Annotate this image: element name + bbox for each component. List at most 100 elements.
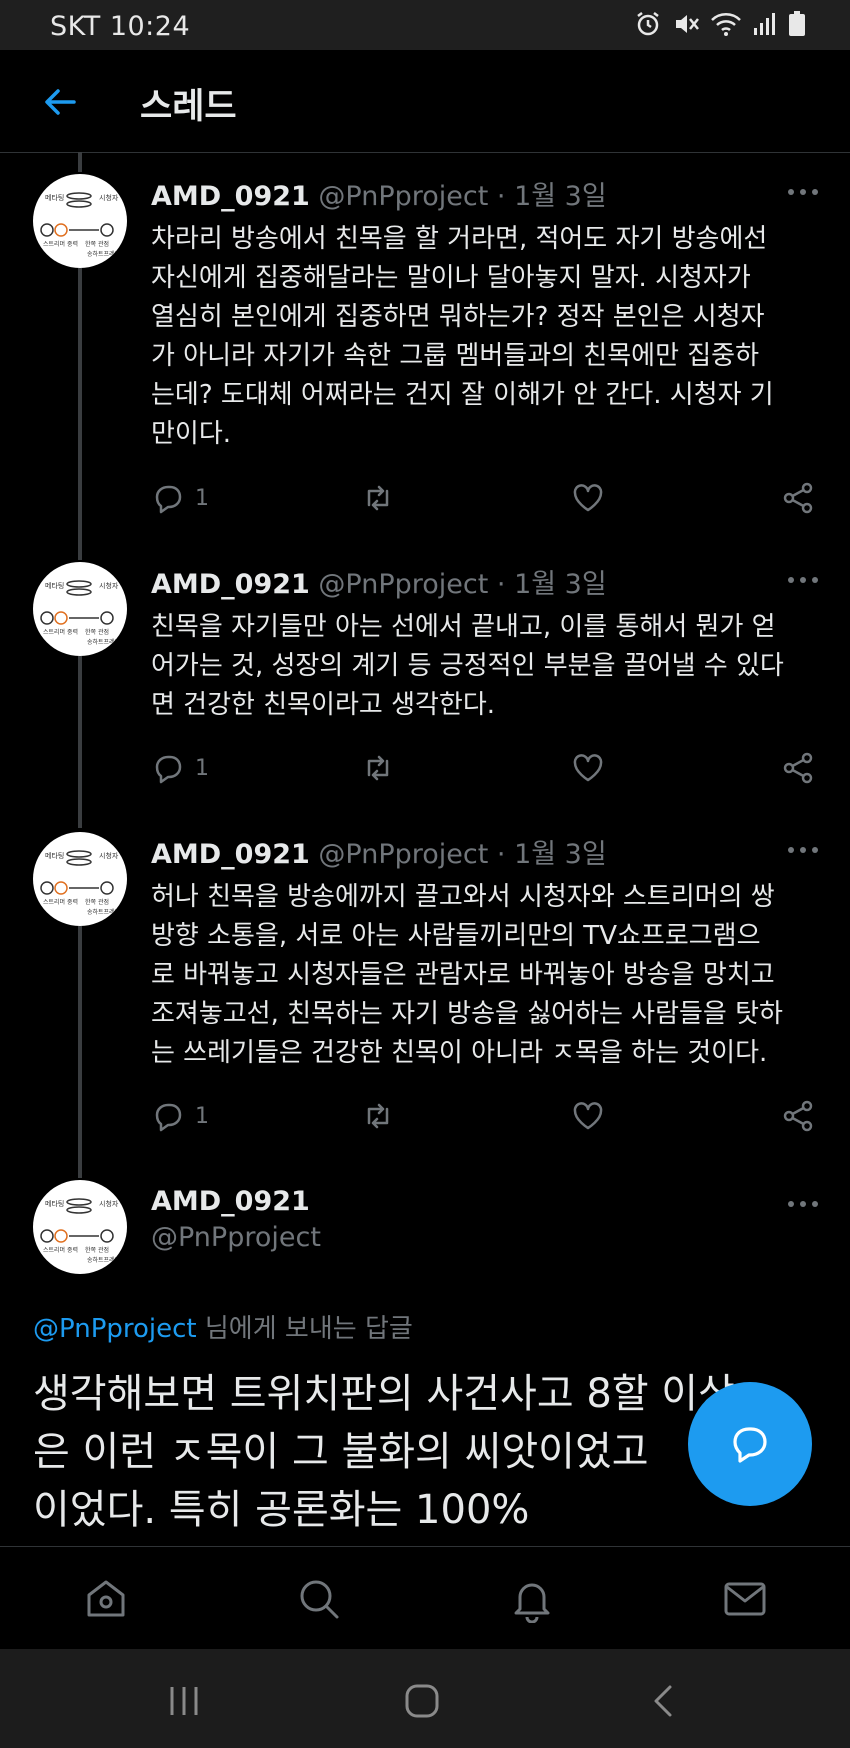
svg-text:한쪽 관점: 한쪽 관점 bbox=[85, 1246, 109, 1254]
avatar[interactable]: 메타팅 시청자 스트리머 중력 한쪽 관점 송하트프레임 bbox=[33, 174, 127, 268]
page-title: 스레드 bbox=[140, 87, 237, 127]
svg-text:메타팅: 메타팅 bbox=[45, 851, 64, 860]
tweet-header: AMD_0921 @PnPproject · 1월 3일 bbox=[151, 832, 607, 871]
tweet-text: 차라리 방송에서 친목을 할 거라면, 적어도 자기 방송에선 자신에게 집중해… bbox=[151, 224, 774, 449]
reply-button[interactable]: 1 bbox=[151, 1096, 209, 1136]
svg-text:스트리머 중력: 스트리머 중력 bbox=[43, 628, 78, 636]
reply-button[interactable]: 1 bbox=[151, 478, 209, 518]
more-options-icon[interactable] bbox=[785, 838, 821, 862]
svg-text:시청자: 시청자 bbox=[99, 193, 119, 202]
bottom-nav bbox=[0, 1546, 850, 1650]
avatar[interactable]: 메타팅 시청자 스트리머 중력 한쪽 관점 송하트프레임 bbox=[33, 832, 127, 926]
retweet-button[interactable] bbox=[361, 478, 395, 518]
more-options-icon[interactable] bbox=[785, 180, 821, 204]
thread-connector bbox=[78, 152, 82, 172]
status-bar: SKT 10:24 bbox=[0, 0, 850, 50]
retweet-icon bbox=[367, 1103, 389, 1129]
display-name[interactable]: AMD_0921 bbox=[151, 839, 310, 870]
tweet-actions: 1 bbox=[151, 478, 823, 518]
reply-bubble-icon bbox=[733, 1427, 767, 1463]
svg-text:송하트프레임: 송하트프레임 bbox=[87, 250, 120, 258]
avatar[interactable]: 메타팅 시청자 스트리머 중력 한쪽 관점 송하트프레임 bbox=[33, 1180, 127, 1274]
more-options-icon[interactable] bbox=[785, 1192, 821, 1216]
wifi-icon bbox=[710, 10, 742, 42]
svg-text:송하트프레임: 송하트프레임 bbox=[87, 638, 120, 646]
share-button[interactable] bbox=[781, 478, 815, 518]
reply-count: 1 bbox=[195, 485, 209, 511]
back-chevron-icon[interactable] bbox=[644, 1681, 684, 1721]
arrow-left-icon[interactable] bbox=[40, 82, 80, 122]
reply-to-suffix: 님에게 보내는 답글 bbox=[196, 1314, 413, 1344]
thread-connector bbox=[78, 268, 82, 560]
svg-text:메타팅: 메타팅 bbox=[45, 581, 64, 590]
tweet-text: 허나 친목을 방송에까지 끌고와서 시청자와 스트리머의 쌍 방향 소통을, 서… bbox=[151, 882, 783, 1068]
mention-link[interactable]: @PnPproject bbox=[33, 1314, 197, 1344]
retweet-icon bbox=[367, 485, 389, 511]
system-nav-bar bbox=[0, 1649, 850, 1748]
signal-icon bbox=[752, 10, 778, 42]
retweet-button[interactable] bbox=[361, 1096, 395, 1136]
display-name[interactable]: AMD_0921 bbox=[151, 1186, 310, 1217]
share-button[interactable] bbox=[781, 1096, 815, 1136]
like-button[interactable] bbox=[571, 478, 605, 518]
svg-text:시청자: 시청자 bbox=[99, 581, 119, 590]
mute-icon bbox=[672, 10, 700, 42]
home-circle-icon[interactable] bbox=[402, 1681, 442, 1721]
tweet-actions: 1 bbox=[151, 1096, 823, 1136]
messages-icon[interactable] bbox=[721, 1575, 769, 1623]
avatar[interactable]: 메타팅 시청자 스트리머 중력 한쪽 관점 송하트프레임 bbox=[33, 562, 127, 656]
tweet-meta: @PnPproject · 1월 3일 bbox=[318, 181, 607, 212]
thread-header: 스레드 bbox=[0, 50, 850, 153]
reply-count: 1 bbox=[195, 1103, 209, 1129]
share-icon bbox=[783, 482, 813, 514]
reply-icon bbox=[155, 485, 182, 514]
retweet-button[interactable] bbox=[361, 748, 395, 788]
search-icon[interactable] bbox=[295, 1575, 343, 1623]
retweet-icon bbox=[367, 755, 389, 781]
share-button[interactable] bbox=[781, 748, 815, 788]
svg-text:한쪽 관점: 한쪽 관점 bbox=[85, 898, 109, 906]
tweet-meta: @PnPproject · 1월 3일 bbox=[318, 569, 607, 600]
svg-text:스트리머 중력: 스트리머 중력 bbox=[43, 240, 78, 248]
heart-icon bbox=[573, 754, 603, 782]
like-button[interactable] bbox=[571, 748, 605, 788]
tweet-header: AMD_0921 @PnPproject · 1월 3일 bbox=[151, 174, 607, 213]
tweet-actions: 1 bbox=[151, 748, 823, 788]
svg-text:송하트프레임: 송하트프레임 bbox=[87, 1256, 120, 1264]
compose-reply-button[interactable] bbox=[688, 1382, 812, 1506]
like-button[interactable] bbox=[571, 1096, 605, 1136]
svg-text:한쪽 관점: 한쪽 관점 bbox=[85, 628, 109, 636]
more-options-icon[interactable] bbox=[785, 568, 821, 592]
svg-text:메타팅: 메타팅 bbox=[45, 1199, 64, 1208]
heart-icon bbox=[573, 484, 603, 512]
tweet-header: AMD_0921 @PnPproject · 1월 3일 bbox=[151, 562, 607, 601]
svg-text:스트리머 중력: 스트리머 중력 bbox=[43, 898, 78, 906]
svg-text:메타팅: 메타팅 bbox=[45, 193, 64, 202]
reply-button[interactable]: 1 bbox=[151, 748, 209, 788]
user-handle[interactable]: @PnPproject bbox=[151, 1222, 321, 1253]
thread-connector bbox=[78, 926, 82, 1178]
svg-text:시청자: 시청자 bbox=[99, 1199, 119, 1208]
svg-text:스트리머 중력: 스트리머 중력 bbox=[43, 1246, 78, 1254]
reply-icon bbox=[155, 1103, 182, 1132]
notifications-icon[interactable] bbox=[508, 1575, 556, 1624]
svg-text:한쪽 관점: 한쪽 관점 bbox=[85, 240, 109, 248]
share-icon bbox=[783, 1100, 813, 1132]
share-icon bbox=[783, 752, 813, 784]
battery-icon bbox=[788, 10, 806, 42]
alarm-icon bbox=[634, 10, 662, 42]
display-name[interactable]: AMD_0921 bbox=[151, 569, 310, 600]
thread-connector bbox=[78, 656, 82, 828]
svg-text:송하트프레임: 송하트프레임 bbox=[87, 908, 120, 916]
display-name[interactable]: AMD_0921 bbox=[151, 181, 310, 212]
tweet-meta: @PnPproject · 1월 3일 bbox=[318, 839, 607, 870]
heart-icon bbox=[573, 1102, 603, 1130]
tweet-text: 친목을 자기들만 아는 선에서 끝내고, 이를 통해서 뭔가 얻 어가는 것, … bbox=[151, 612, 784, 720]
status-time: SKT 10:24 bbox=[50, 11, 191, 42]
reply-icon bbox=[155, 755, 182, 784]
reply-to-line: @PnPproject 님에게 보내는 답글 bbox=[33, 1308, 413, 1345]
focused-tweet-header: AMD_0921 bbox=[151, 1186, 310, 1217]
reply-count: 1 bbox=[195, 755, 209, 781]
home-icon[interactable] bbox=[82, 1575, 130, 1623]
recents-icon[interactable] bbox=[164, 1681, 204, 1721]
